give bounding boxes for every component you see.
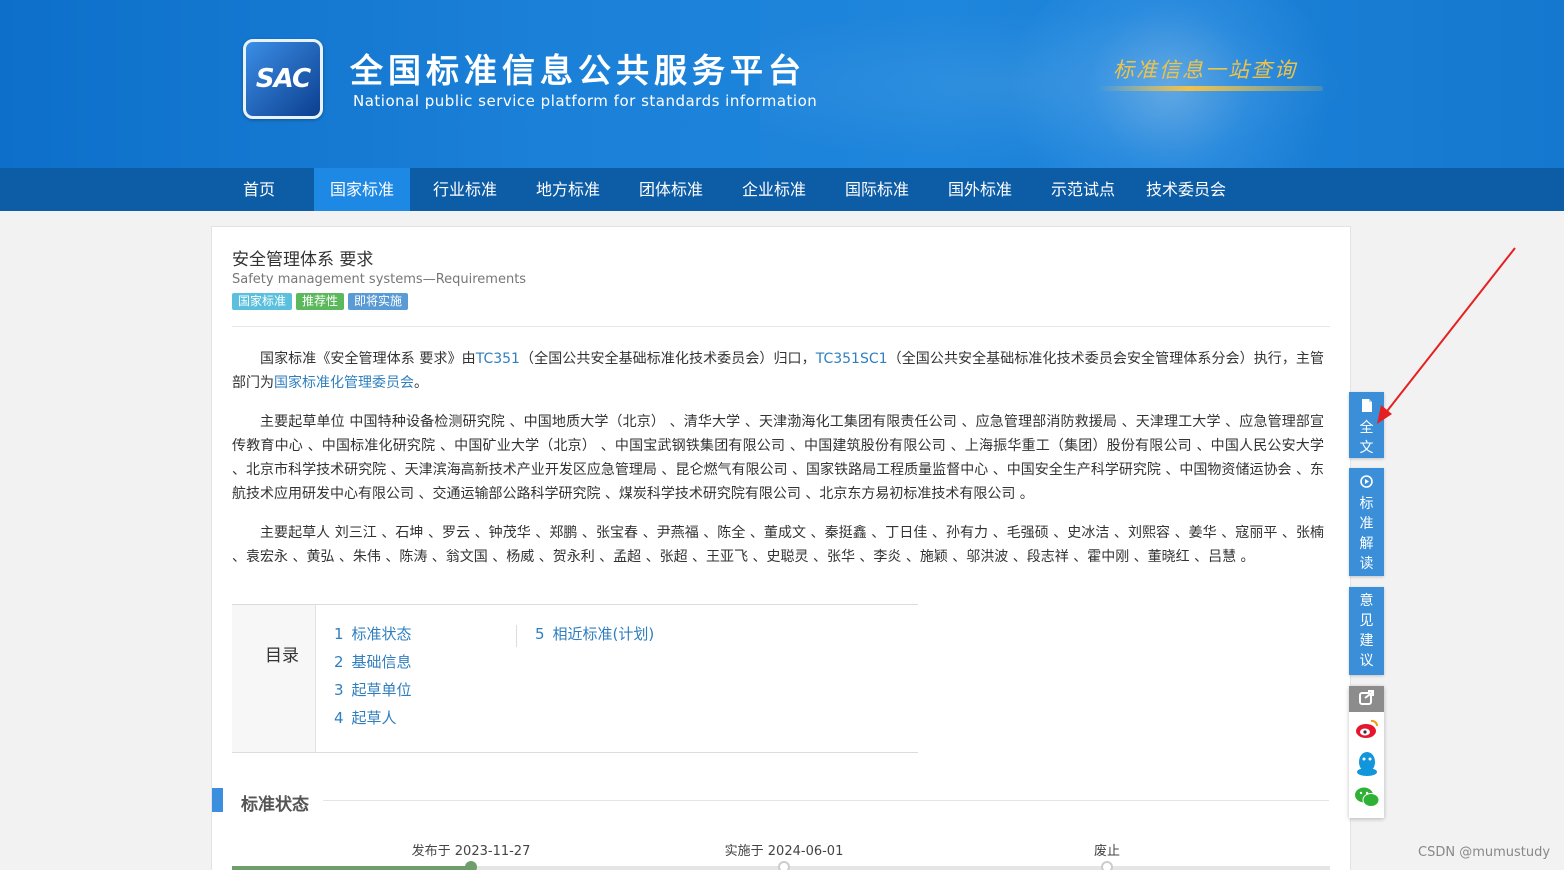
toc-item-similar-standards[interactable]: 5 相近标准(计划): [535, 623, 654, 644]
toc-heading: 目录: [265, 646, 299, 666]
globe-graphic: [1000, 0, 1340, 168]
slogan: 标准信息一站查询: [1113, 58, 1297, 82]
nav-item-foreign-standards[interactable]: 国外标准: [932, 168, 1028, 211]
timeline-label-effective: 实施于 2024-06-01: [724, 844, 844, 859]
tag-upcoming: 即将实施: [348, 293, 409, 310]
toc-heading-cell: 目录: [232, 605, 316, 752]
nav-item-group-standards[interactable]: 团体标准: [623, 168, 719, 211]
nav-item-international-standards[interactable]: 国际标准: [829, 168, 925, 211]
wechat-icon[interactable]: [1354, 786, 1380, 808]
nav-item-enterprise-standards[interactable]: 企业标准: [726, 168, 822, 211]
section-marker: [212, 788, 223, 812]
toc-item-status[interactable]: 1 标准状态: [334, 623, 412, 644]
toc-item-drafters[interactable]: 4 起草人: [334, 707, 397, 728]
dept-link[interactable]: 国家标准化管理委员会: [274, 375, 414, 391]
section-divider: [323, 800, 1329, 801]
timeline-label-abolished: 废止: [1093, 844, 1121, 859]
play-circle-icon: [1360, 475, 1373, 488]
toc-item-drafting-units[interactable]: 3 起草单位: [334, 679, 412, 700]
slogan-underline: [1098, 86, 1323, 91]
nav-item-home[interactable]: 首页: [226, 168, 292, 211]
timeline-dot-effective: [778, 861, 790, 870]
site-subtitle: National public service platform for sta…: [353, 92, 818, 110]
watermark: CSDN @mumustudy: [1418, 845, 1551, 860]
drafting-units-paragraph: 主要起草单位 中国特种设备检测研究院 、中国地质大学（北京） 、清华大学 、天津…: [232, 414, 1324, 502]
nav-item-tech-committees[interactable]: 技术委员会: [1138, 168, 1234, 211]
main-nav: 首页 国家标准 行业标准 地方标准 团体标准 企业标准 国际标准 国外标准 示范…: [0, 168, 1564, 211]
nav-item-local-standards[interactable]: 地方标准: [520, 168, 616, 211]
sac-logo[interactable]: SAC: [243, 39, 323, 119]
tc351-link[interactable]: TC351: [476, 351, 520, 367]
timeline-progress: [232, 866, 474, 870]
divider: [232, 326, 1330, 327]
weibo-icon[interactable]: [1355, 718, 1379, 740]
standard-tags: 国家标准 推荐性 即将实施: [232, 293, 409, 310]
site-title: 全国标准信息公共服务平台: [350, 51, 806, 90]
toc-item-basic-info[interactable]: 2 基础信息: [334, 651, 412, 672]
qq-icon[interactable]: [1355, 750, 1379, 778]
share-icon: [1359, 690, 1374, 705]
interpretation-button[interactable]: 标准解读: [1349, 468, 1384, 576]
feedback-button[interactable]: 意见建议: [1349, 587, 1384, 675]
timeline-dot-published: [465, 861, 477, 870]
fulltext-button[interactable]: 全文: [1349, 392, 1384, 458]
nav-item-industry-standards[interactable]: 行业标准: [417, 168, 513, 211]
header-banner: SAC 全国标准信息公共服务平台 National public service…: [0, 0, 1564, 168]
share-header[interactable]: [1349, 686, 1384, 712]
standard-english-title: Safety management systems—Requirements: [232, 272, 527, 287]
tc351sc1-link[interactable]: TC351SC1: [816, 351, 888, 367]
standard-detail-card: 安全管理体系 要求 Safety management systems—Requ…: [211, 226, 1351, 870]
nav-item-national-standards[interactable]: 国家标准: [314, 168, 410, 211]
intro-paragraph: 国家标准《安全管理体系 要求》由TC351（全国公共安全基础标准化技术委员会）归…: [232, 351, 1325, 391]
standard-title: 安全管理体系 要求: [232, 250, 374, 270]
section-title-status: 标准状态: [241, 795, 309, 815]
tag-recommended: 推荐性: [296, 293, 345, 310]
table-of-contents: 目录 1 标准状态 2 基础信息 3 起草单位 4 起草人 5 相近标准(计划): [232, 604, 918, 753]
nav-item-pilot-demos[interactable]: 示范试点: [1035, 168, 1131, 211]
tag-national-standard: 国家标准: [232, 293, 293, 310]
timeline-label-published: 发布于 2023-11-27: [411, 844, 531, 859]
share-panel: [1349, 686, 1384, 818]
toc-separator: [516, 625, 517, 647]
timeline-dot-abolished: [1101, 861, 1113, 870]
document-icon: [1361, 399, 1372, 412]
drafters-paragraph: 主要起草人 刘三江 、石坤 、罗云 、钟茂华 、郑鹏 、张宝春 、尹燕福 、陈全…: [232, 525, 1324, 565]
